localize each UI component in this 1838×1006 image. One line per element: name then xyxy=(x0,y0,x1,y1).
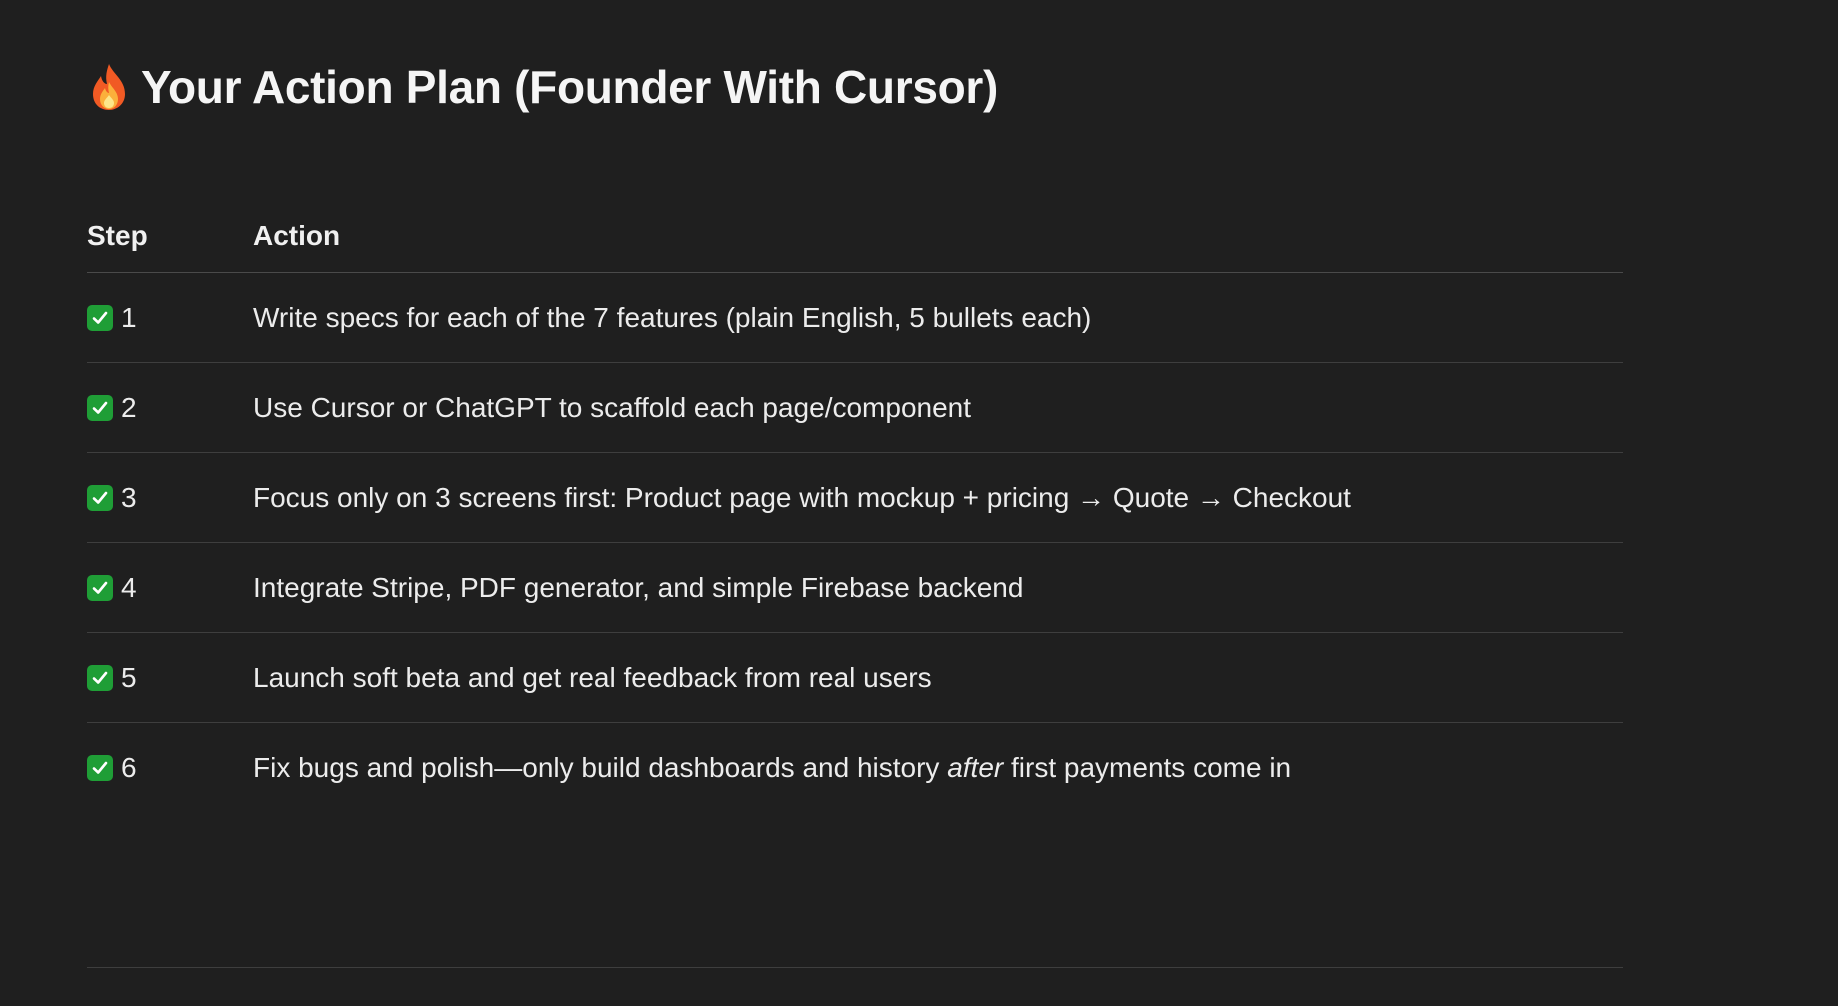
step-cell: 6 xyxy=(87,752,253,784)
check-mark-button-icon xyxy=(87,484,113,511)
check-mark-button-icon xyxy=(87,574,113,601)
step-cell: 3 xyxy=(87,482,253,514)
action-cell: Integrate Stripe, PDF generator, and sim… xyxy=(253,571,1024,603)
table-row: 3 Focus only on 3 screens first: Product… xyxy=(87,453,1623,543)
column-header-step: Step xyxy=(87,220,148,251)
table-row: 5 Launch soft beta and get real feedback… xyxy=(87,633,1623,723)
table-row: 2 Use Cursor or ChatGPT to scaffold each… xyxy=(87,363,1623,453)
table-row: 6 Fix bugs and polish—only build dashboa… xyxy=(87,723,1623,812)
step-cell: 4 xyxy=(87,572,253,604)
fire-icon xyxy=(87,62,131,112)
page-title: Your Action Plan (Founder With Cursor) xyxy=(141,61,999,113)
page-heading: Your Action Plan (Founder With Cursor) xyxy=(87,60,998,114)
table-header: Step Action xyxy=(87,200,1623,273)
action-text: first payments come in xyxy=(1003,751,1292,783)
step-number: 2 xyxy=(121,391,137,423)
action-cell: Use Cursor or ChatGPT to scaffold each p… xyxy=(253,391,972,423)
action-cell: Fix bugs and polish—only build dashboard… xyxy=(253,752,1623,784)
action-cell: Write specs for each of the 7 features (… xyxy=(253,301,1092,333)
action-cell: Launch soft beta and get real feedback f… xyxy=(253,661,932,693)
table-row: 1 Write specs for each of the 7 features… xyxy=(87,273,1623,363)
divider xyxy=(87,967,1623,968)
step-cell: 1 xyxy=(87,302,253,334)
step-number: 1 xyxy=(121,301,137,333)
action-cell: Focus only on 3 screens first: Product p… xyxy=(253,481,1351,513)
check-mark-button-icon xyxy=(87,394,113,421)
action-emphasis: after xyxy=(947,751,1004,783)
action-plan-table: Step Action 1 Write specs for each of th… xyxy=(87,200,1623,812)
check-mark-button-icon xyxy=(87,304,113,331)
step-number: 3 xyxy=(121,481,137,513)
step-cell: 2 xyxy=(87,392,253,424)
check-mark-button-icon xyxy=(87,754,113,781)
step-number: 6 xyxy=(121,751,137,783)
action-text: Fix bugs and polish—only build dashboard… xyxy=(253,751,948,783)
table-row: 4 Integrate Stripe, PDF generator, and s… xyxy=(87,543,1623,633)
step-cell: 5 xyxy=(87,662,253,694)
column-header-action: Action xyxy=(253,220,341,251)
step-number: 4 xyxy=(121,571,137,603)
step-number: 5 xyxy=(121,661,137,693)
check-mark-button-icon xyxy=(87,664,113,691)
